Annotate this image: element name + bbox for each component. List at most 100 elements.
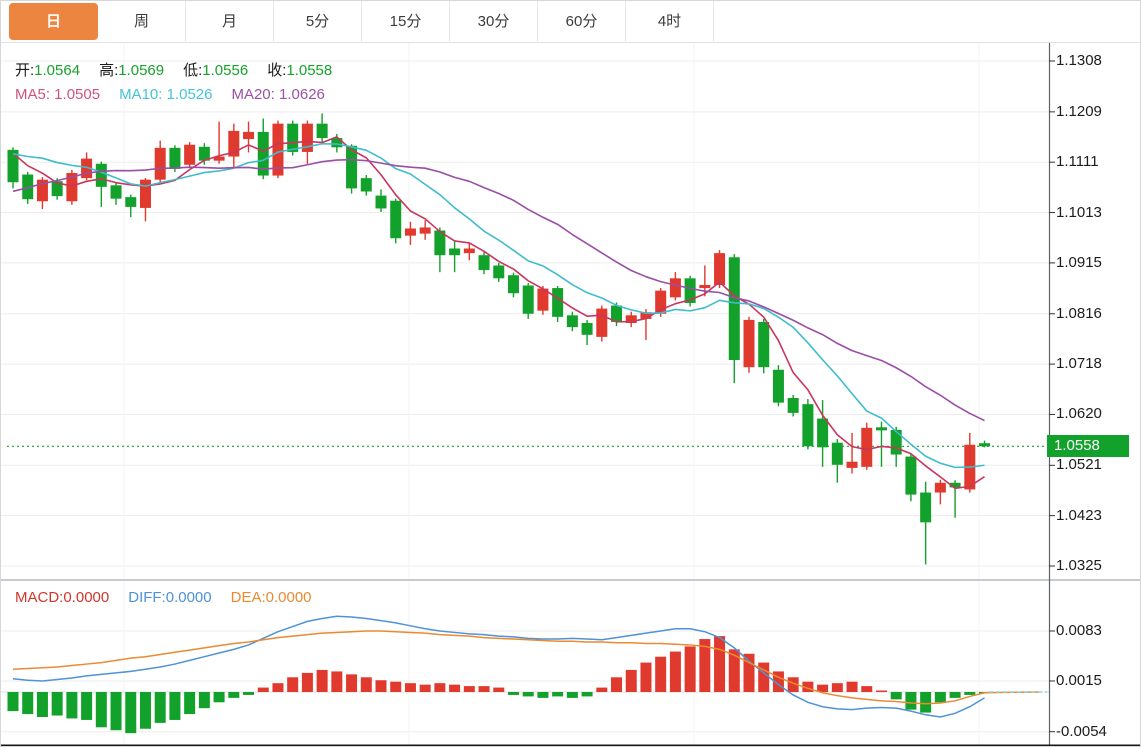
macd-bar (508, 692, 519, 695)
price-tick-label: 1.1209 (1056, 103, 1140, 121)
macd-bar (449, 685, 460, 692)
price-tick-label: 1.1013 (1056, 204, 1140, 222)
macd-bar (434, 683, 445, 692)
macd-tick-label: 0.0083 (1056, 622, 1140, 640)
macd-bar (685, 646, 696, 692)
tab-min5[interactable]: 5分 (274, 1, 362, 43)
macd-bar (847, 682, 858, 692)
macd-bar (891, 692, 902, 699)
macd-bar (96, 692, 107, 727)
candle-body (243, 132, 254, 139)
macd-bar (272, 683, 283, 692)
candle-body (449, 249, 460, 256)
candle-body (729, 257, 740, 360)
macd-legend-dea: DEA:0.0000 (231, 589, 312, 606)
chart-canvas[interactable] (1, 1, 1141, 747)
ma-legend: MA5: 1.0505MA10: 1.0526MA20: 1.0626 (15, 86, 344, 103)
tab-month[interactable]: 月 (186, 1, 274, 43)
macd-bar (140, 692, 151, 729)
macd-bar (228, 692, 239, 698)
candle-body (905, 457, 916, 495)
price-tick-label: 1.0915 (1056, 254, 1140, 272)
candle-body (596, 309, 607, 337)
candle-body (184, 145, 195, 165)
ohlc-open: 开:1.0564 (15, 62, 80, 79)
macd-bar (655, 657, 666, 692)
candle-body (744, 320, 755, 367)
ma10-line (13, 144, 985, 468)
price-tick-label: 1.0816 (1056, 305, 1140, 323)
macd-bar (552, 692, 563, 696)
kline-chart-app: 日周月5分15分30分60分4时 开:1.0564 高:1.0569 低:1.055… (0, 0, 1141, 747)
macd-bar (361, 677, 372, 692)
macd-bar (964, 692, 975, 695)
macd-bar (640, 663, 651, 692)
candle-body (111, 185, 122, 198)
candle-body (140, 180, 151, 208)
macd-bar (876, 691, 887, 693)
tab-hour4[interactable]: 4时 (626, 1, 714, 43)
macd-bar (935, 692, 946, 702)
macd-bar (390, 682, 401, 692)
ma20-line (13, 160, 985, 421)
tab-week[interactable]: 周 (98, 1, 186, 43)
candle-body (817, 419, 828, 448)
macd-bar (567, 692, 578, 698)
candle-body (802, 404, 813, 446)
candles-group (8, 113, 991, 564)
macd-bar (37, 692, 48, 717)
candle-body (287, 124, 298, 152)
macd-bar (8, 692, 19, 711)
candle-body (523, 286, 534, 314)
candle-body (508, 275, 519, 293)
macd-bar (22, 692, 33, 714)
macd-bar (861, 686, 872, 692)
macd-bar (184, 692, 195, 714)
candle-body (125, 197, 136, 207)
macd-bar (81, 692, 92, 720)
candle-body (876, 427, 887, 430)
ma5-line (13, 137, 985, 488)
candle-body (479, 255, 490, 270)
macd-bar (376, 680, 387, 692)
candle-body (979, 443, 990, 446)
price-tick-label: 1.0521 (1056, 456, 1140, 474)
macd-bar (214, 692, 225, 702)
macd-bar (243, 692, 254, 695)
candle-body (714, 253, 725, 285)
macd-bar (420, 685, 431, 692)
ohlc-high: 高:1.0569 (99, 62, 164, 79)
current-price-badge: 1.0558 (1047, 435, 1129, 457)
tab-min15[interactable]: 15分 (362, 1, 450, 43)
tab-day[interactable]: 日 (9, 3, 98, 40)
macd-bar (346, 674, 357, 692)
period-tabbar: 日周月5分15分30分60分4时 (1, 1, 1140, 43)
macd-bar (199, 692, 210, 708)
tab-min30[interactable]: 30分 (450, 1, 538, 43)
tab-min60[interactable]: 60分 (538, 1, 626, 43)
candle-body (832, 443, 843, 465)
candle-body (493, 265, 504, 278)
ohlc-legend: 开:1.0564高:1.0569低:1.0556收:1.0558 (15, 59, 351, 80)
candle-body (464, 249, 475, 254)
candle-body (699, 285, 710, 288)
macd-bar (317, 670, 328, 692)
macd-bar (950, 692, 961, 698)
macd-bar (479, 686, 490, 692)
candle-body (361, 178, 372, 191)
candle-body (773, 370, 784, 403)
price-tick-label: 1.0718 (1056, 355, 1140, 373)
macd-bar (626, 670, 637, 692)
ma-legend-ma5: MA5: 1.0505 (15, 86, 100, 103)
macd-legend-macd: MACD:0.0000 (15, 589, 109, 606)
macd-bar (758, 663, 769, 692)
macd-tick-label: -0.0054 (1056, 723, 1140, 741)
ohlc-low: 低:1.0556 (183, 62, 248, 79)
candle-body (891, 430, 902, 455)
candle-body (552, 288, 563, 317)
candle-body (847, 462, 858, 468)
current-price-value: 1.0558 (1054, 437, 1100, 454)
macd-bar (493, 688, 504, 692)
ma-legend-ma10: MA10: 1.0526 (119, 86, 212, 103)
candle-body (169, 148, 180, 169)
